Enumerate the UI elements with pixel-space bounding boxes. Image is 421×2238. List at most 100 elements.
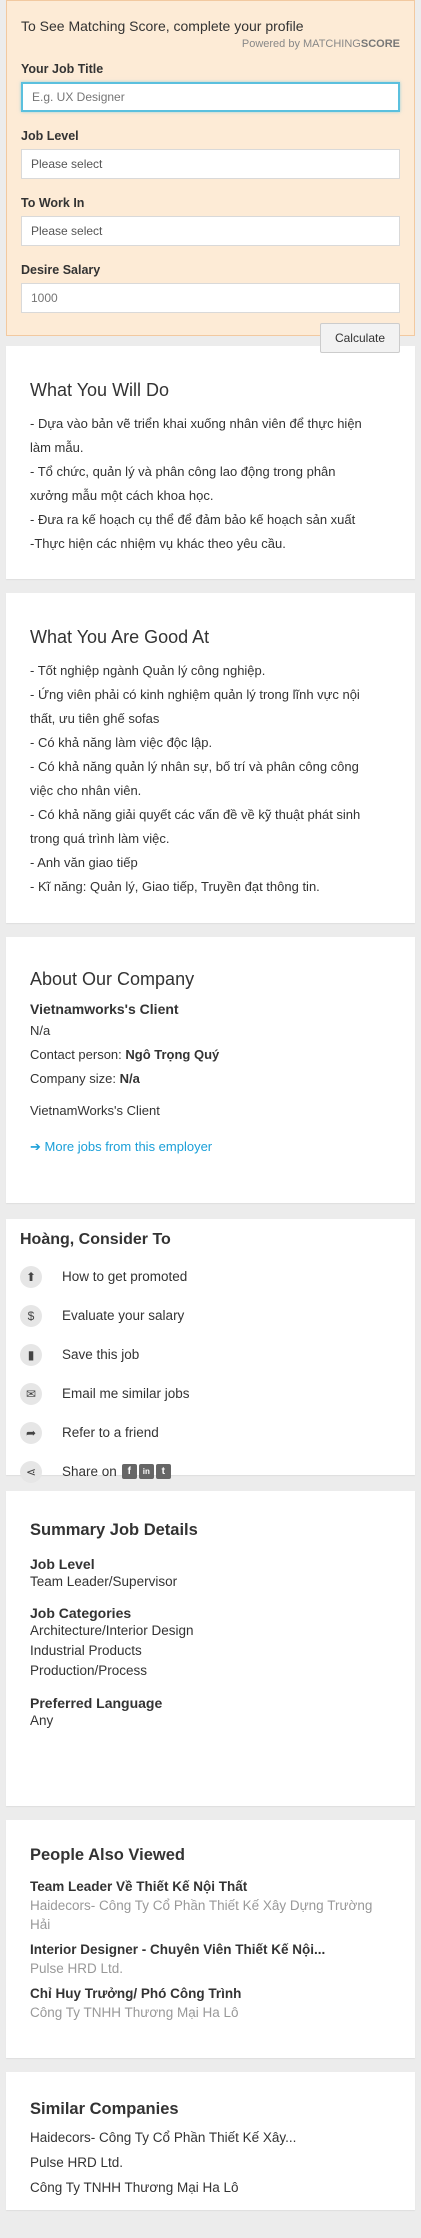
viewed-job-company[interactable]: Công Ty TNHH Thương Mại Ha Lô: [30, 2003, 391, 2022]
good-at-title: What You Are Good At: [30, 627, 210, 647]
powered-by-prefix: Powered by: [241, 38, 304, 50]
arrow-up-circle-icon: ⬆: [20, 1265, 42, 1288]
duty-line: - Tổ chức, quản lý và phân công lao động…: [30, 464, 336, 479]
good-at-card: What You Are Good At - Tốt nghiệp ngành …: [6, 593, 415, 923]
summary-language-value: Any: [30, 1713, 54, 1728]
company-description: VietnamWorks's Client: [30, 1103, 160, 1118]
similar-company-link[interactable]: Pulse HRD Ltd.: [30, 2150, 391, 2175]
evaluate-salary-item[interactable]: $ Evaluate your salary: [6, 1296, 415, 1335]
duty-line: - Đưa ra kế hoạch cụ thể để đảm bảo kế h…: [30, 512, 356, 527]
people-also-viewed-title: People Also Viewed: [30, 1846, 185, 1864]
summary-categories-label: Job Categories: [30, 1605, 132, 1621]
linkedin-icon[interactable]: in: [138, 1464, 154, 1479]
job-title-label: Your Job Title: [21, 62, 104, 76]
contact-person-value: Ngô Trọng Quý: [125, 1047, 220, 1062]
people-also-viewed-card: People Also Viewed Team Leader Về Thiết …: [6, 1820, 415, 2058]
summary-card: Summary Job Details Job Level Team Leade…: [6, 1491, 415, 1806]
consider-item-label: Save this job: [62, 1347, 140, 1362]
powered-brand-score: SCORE: [360, 38, 400, 50]
company-name: Vietnamworks's Client: [30, 1001, 179, 1017]
company-size-label: Company size:: [30, 1071, 120, 1086]
share-on-item: ⋖ Share on f in t: [6, 1452, 415, 1491]
job-level-label: Job Level: [21, 129, 79, 143]
consider-item-label: How to get promoted: [62, 1269, 188, 1284]
viewed-job-title[interactable]: Interior Designer - Chuyên Viên Thiết Kế…: [30, 1940, 391, 1959]
work-in-select[interactable]: Please select: [21, 216, 400, 246]
what-you-will-do-list: - Dựa vào bản vẽ triển khai xuống nhân v…: [30, 412, 391, 556]
salary-input[interactable]: [21, 283, 400, 313]
job-level-select[interactable]: Please select: [21, 149, 400, 179]
summary-category: Architecture/Interior Design: [30, 1623, 194, 1638]
requirement-line: - Anh văn giao tiếp: [30, 855, 138, 870]
arrow-right-icon: ➔: [30, 1139, 41, 1154]
envelope-icon: ✉: [20, 1382, 42, 1405]
requirement-line: - Có khả năng quản lý nhân sự, bố trí và…: [30, 759, 359, 774]
powered-brand-matching: MATCHING: [303, 38, 361, 50]
viewed-job-title[interactable]: Chỉ Huy Trưởng/ Phó Công Trình: [30, 1984, 391, 2003]
twitter-icon[interactable]: t: [155, 1464, 171, 1479]
viewed-job-company[interactable]: Haidecors- Công Ty Cổ Phần Thiết Kế Xây …: [30, 1896, 391, 1915]
similar-companies-card: Similar Companies Haidecors- Công Ty Cổ …: [6, 2072, 415, 2210]
company-address: N/a: [30, 1023, 51, 1038]
summary-job-level-label: Job Level: [30, 1556, 95, 1572]
consider-item-label: Evaluate your salary: [62, 1308, 185, 1323]
company-size: Company size: N/a: [30, 1067, 391, 1091]
requirement-line: - Ứng viên phải có kinh nghiệm quản lý t…: [30, 687, 360, 702]
summary-job-level-value: Team Leader/Supervisor: [30, 1574, 178, 1589]
similar-companies-title: Similar Companies: [30, 2100, 179, 2118]
requirement-line: - Có khả năng làm việc độc lập.: [30, 735, 213, 750]
summary-category: Production/Process: [30, 1663, 148, 1678]
email-similar-jobs-item[interactable]: ✉ Email me similar jobs: [6, 1374, 415, 1413]
what-you-will-do-card: What You Will Do - Dựa vào bản vẽ triển …: [6, 346, 415, 579]
summary-language-label: Preferred Language: [30, 1695, 163, 1711]
similar-company-link[interactable]: Công Ty TNHH Thương Mại Ha Lô: [30, 2175, 391, 2200]
viewed-job-company[interactable]: Hải: [30, 1915, 391, 1934]
refer-friend-item[interactable]: ➦ Refer to a friend: [6, 1413, 415, 1452]
dollar-icon: $: [20, 1304, 42, 1327]
duty-line: xưởng mẫu một cách khoa học.: [30, 488, 214, 503]
about-company-title: About Our Company: [30, 969, 195, 989]
get-promoted-item[interactable]: ⬆ How to get promoted: [6, 1257, 415, 1296]
requirement-line: - Kĩ năng: Quản lý, Giao tiếp, Truyền đạ…: [30, 879, 320, 894]
share-arrow-icon: ➦: [20, 1421, 42, 1444]
viewed-job-company[interactable]: Pulse HRD Ltd.: [30, 1959, 391, 1978]
job-title-input[interactable]: [21, 82, 400, 112]
save-job-item[interactable]: ▮ Save this job: [6, 1335, 415, 1374]
matching-score-title: To See Matching Score, complete your pro…: [21, 18, 304, 34]
facebook-icon[interactable]: f: [121, 1464, 137, 1479]
summary-category: Industrial Products: [30, 1643, 142, 1658]
requirement-line: trong quá trình làm việc.: [30, 831, 170, 846]
consider-card: Hoàng, Consider To ⬆ How to get promoted…: [6, 1219, 415, 1483]
requirement-line: - Có khả năng giải quyết các vấn đề về k…: [30, 807, 361, 822]
about-company-card: About Our Company Vietnamworks's Client …: [6, 937, 415, 1203]
calculate-button[interactable]: Calculate: [319, 323, 400, 353]
viewed-job[interactable]: Chỉ Huy Trưởng/ Phó Công Trình Công Ty T…: [30, 1984, 391, 2022]
consider-item-label: Email me similar jobs: [62, 1386, 190, 1401]
bookmark-icon: ▮: [20, 1343, 42, 1366]
good-at-list: - Tốt nghiệp ngành Quản lý công nghiệp. …: [30, 659, 391, 899]
more-jobs-label: More jobs from this employer: [44, 1139, 213, 1154]
duty-line: làm mẫu.: [30, 440, 84, 455]
company-size-value: N/a: [119, 1071, 140, 1086]
more-jobs-link[interactable]: ➔ More jobs from this employer: [30, 1139, 391, 1155]
work-in-label: To Work In: [21, 196, 85, 210]
consider-item-label: Share on: [62, 1464, 117, 1479]
matching-score-panel: To See Matching Score, complete your pro…: [6, 0, 415, 353]
consider-title: Hoàng, Consider To: [20, 1231, 171, 1248]
similar-company-link[interactable]: Haidecors- Công Ty Cổ Phần Thiết Kế Xây.…: [30, 2125, 391, 2150]
duty-line: - Dựa vào bản vẽ triển khai xuống nhân v…: [30, 416, 362, 431]
requirement-line: thất, ưu tiên ghế sofas: [30, 711, 160, 726]
viewed-job-title[interactable]: Team Leader Về Thiết Kế Nội Thất: [30, 1877, 391, 1896]
contact-person-label: Contact person:: [30, 1047, 126, 1062]
viewed-job[interactable]: Interior Designer - Chuyên Viên Thiết Kế…: [30, 1940, 391, 1978]
duty-line: -Thực hiện các nhiệm vụ khác theo yêu cầ…: [30, 536, 286, 551]
requirement-line: - Tốt nghiệp ngành Quản lý công nghiệp.: [30, 663, 266, 678]
what-you-will-do-title: What You Will Do: [30, 380, 170, 400]
contact-person: Contact person: Ngô Trọng Quý: [30, 1043, 391, 1067]
requirement-line: việc cho nhân viên.: [30, 783, 142, 798]
summary-title: Summary Job Details: [30, 1521, 198, 1539]
powered-by: Powered by MATCHINGSCORE: [21, 38, 400, 50]
share-icon: ⋖: [20, 1460, 42, 1483]
viewed-job[interactable]: Team Leader Về Thiết Kế Nội Thất Haideco…: [30, 1877, 391, 1934]
consider-item-label: Refer to a friend: [62, 1425, 159, 1440]
